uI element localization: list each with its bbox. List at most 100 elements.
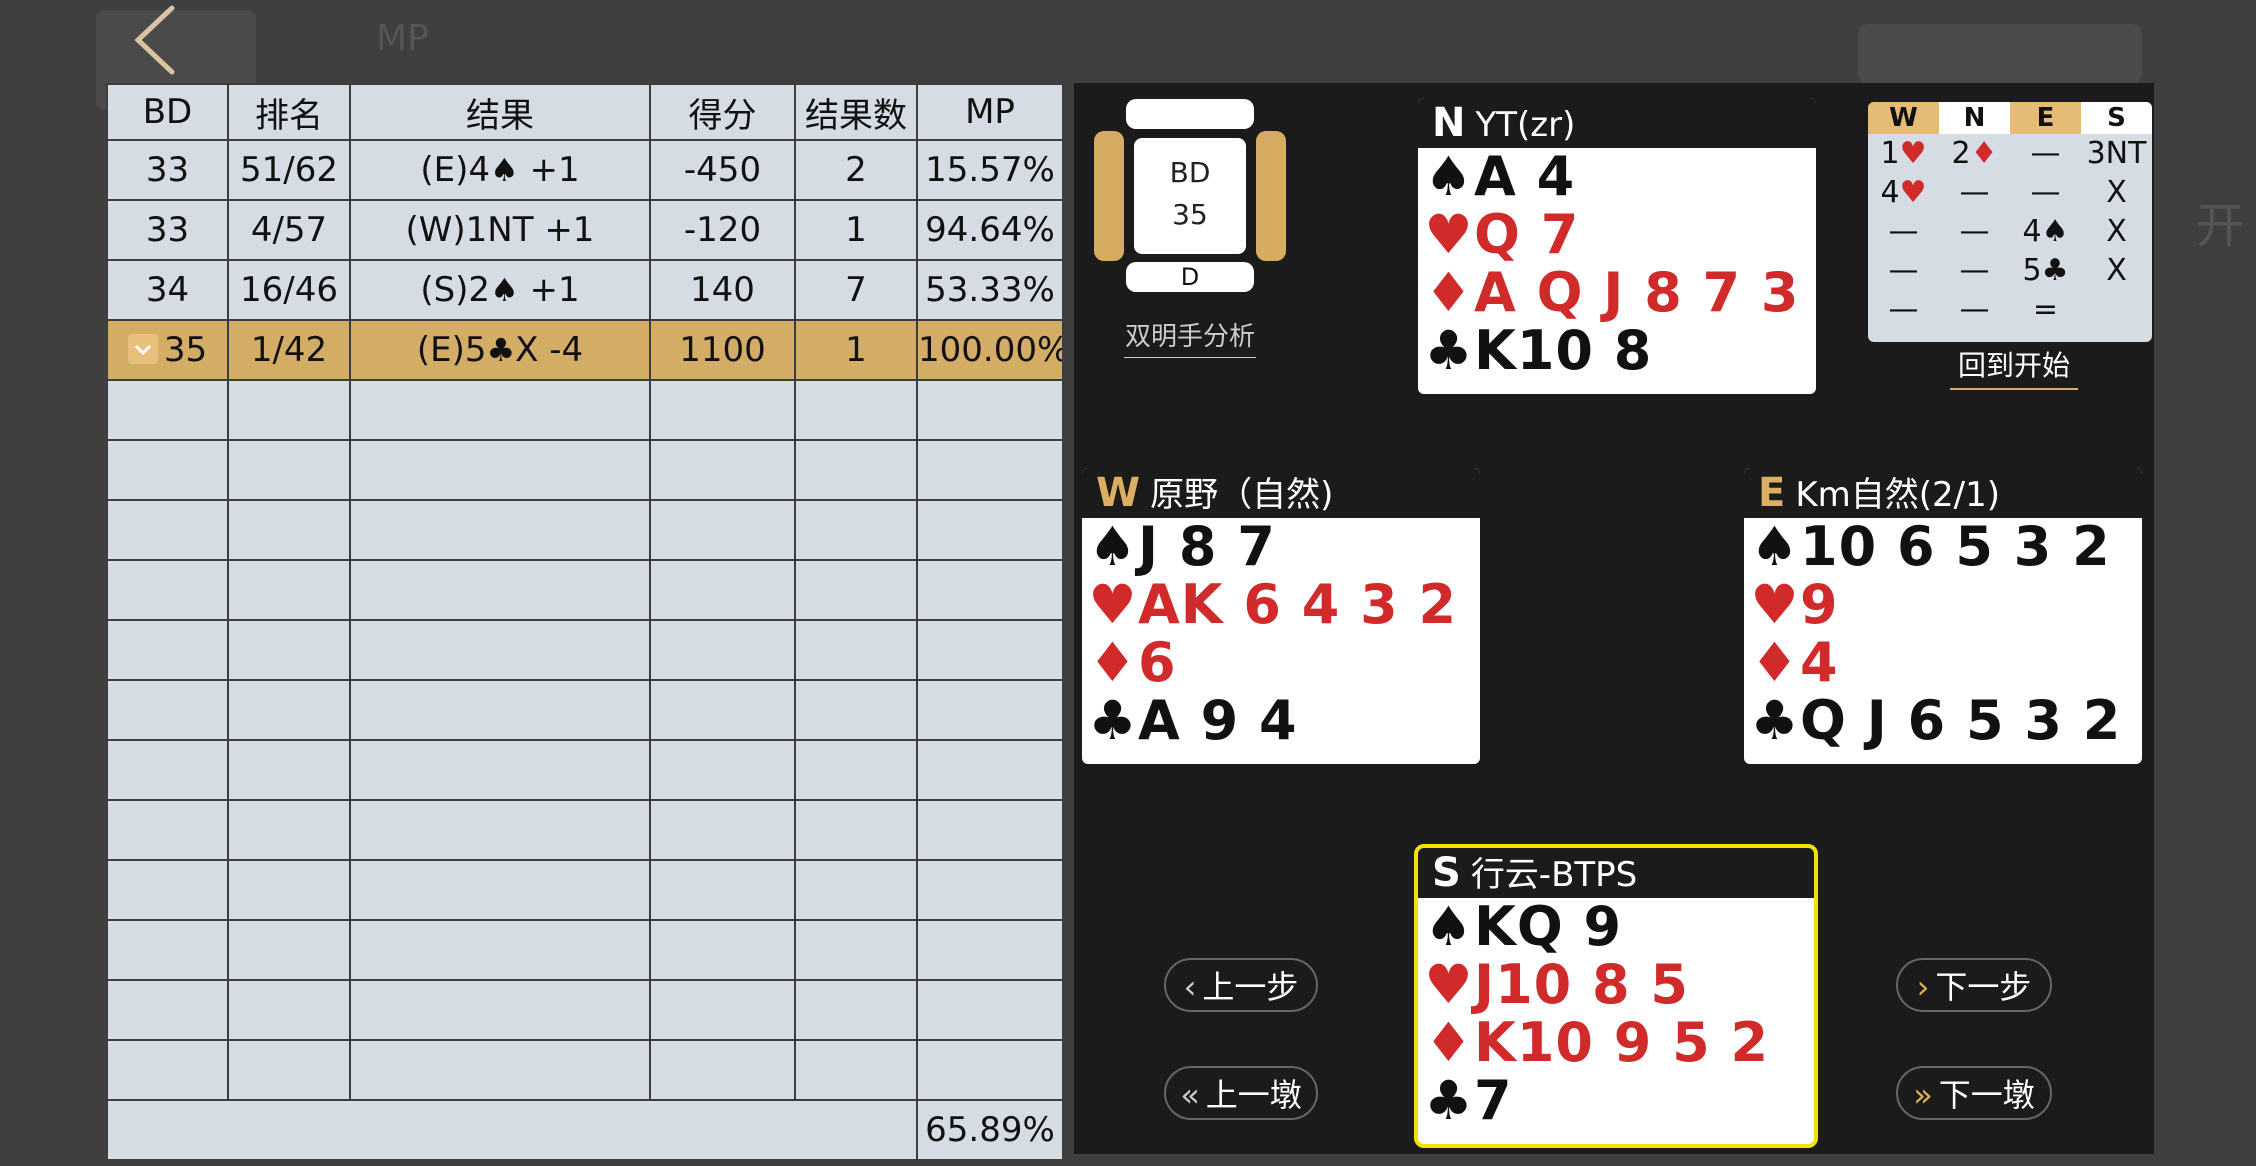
col-header-mp: MP bbox=[916, 83, 1064, 141]
suit-diamonds: ♦6 bbox=[1082, 634, 1480, 692]
seat-letter: N bbox=[1432, 100, 1466, 146]
suit-clubs: ♣K10 8 bbox=[1418, 322, 1816, 380]
double-chevron-left-icon: « bbox=[1180, 1076, 1200, 1114]
heart-icon: ♥ bbox=[1899, 136, 1927, 171]
results-table: BD 排名 结果 得分 结果数 MP 33 51/62 (E)4♠ +1 -45… bbox=[106, 83, 1064, 1161]
table-header-row: BD 排名 结果 得分 结果数 MP bbox=[106, 83, 1064, 141]
result-contract: (E)4 bbox=[420, 150, 491, 190]
club-icon: ♣ bbox=[1424, 1069, 1474, 1132]
bidding-header-row: W N E S bbox=[1868, 102, 2152, 134]
cards: 7 bbox=[1474, 1069, 1513, 1132]
empty-row bbox=[106, 619, 1064, 681]
cell-mp: 94.64% bbox=[916, 199, 1064, 261]
back-to-start-link[interactable]: 回到开始 bbox=[1950, 344, 2078, 390]
bid-cell: 4♠ bbox=[2022, 214, 2069, 249]
diamond-icon: ♦ bbox=[1970, 136, 1998, 171]
hand-south: S 行云-BTPS ♠KQ 9 ♥J10 8 5 ♦K10 9 5 2 ♣7 bbox=[1414, 844, 1818, 1148]
bid-cell: 5♣ bbox=[2022, 253, 2069, 288]
cell-result: (W)1NT +1 bbox=[349, 199, 651, 261]
bid-header-east: E bbox=[2010, 102, 2081, 134]
suit-spades: ♠10 6 5 3 2 bbox=[1744, 518, 2142, 576]
spade-icon: ♠ bbox=[1424, 145, 1474, 208]
table-row[interactable]: 33 4/57 (W)1NT +1 -120 1 94.64% bbox=[106, 199, 1064, 261]
bid-cell: X bbox=[2106, 253, 2127, 288]
seat-letter: W bbox=[1096, 470, 1141, 516]
prev-step-label: 上一步 bbox=[1202, 968, 1299, 1006]
next-step-button[interactable]: › 下一步 bbox=[1896, 958, 2052, 1012]
bid-row: — — 5♣ X bbox=[1868, 251, 2152, 290]
heart-icon: ♥ bbox=[1750, 573, 1800, 636]
bid-cell: — bbox=[1959, 175, 1990, 210]
cards: Q J 6 5 3 2 bbox=[1800, 689, 2122, 752]
suit-hearts: ♥Q 7 bbox=[1418, 206, 1816, 264]
club-icon: ♣ bbox=[486, 331, 516, 369]
club-icon: ♣ bbox=[1088, 689, 1138, 752]
chevron-down-icon bbox=[134, 344, 151, 355]
prev-trick-button[interactable]: «上一墩 bbox=[1164, 1066, 1318, 1120]
double-chevron-right-icon: » bbox=[1913, 1076, 1933, 1114]
bid-cell: — bbox=[2030, 175, 2061, 210]
result-contract: (S)2 bbox=[420, 270, 491, 310]
cell-bd: 33 bbox=[106, 139, 229, 201]
suit-hearts: ♥J10 8 5 bbox=[1418, 956, 1814, 1014]
cell-mp: 100.00% bbox=[916, 319, 1064, 381]
empty-row bbox=[106, 1039, 1064, 1101]
empty-row bbox=[106, 739, 1064, 801]
diamond-icon: ♦ bbox=[1088, 631, 1138, 694]
player-name: 行云-BTPS bbox=[1470, 855, 1638, 895]
empty-row bbox=[106, 799, 1064, 861]
spade-icon: ♠ bbox=[1424, 895, 1474, 958]
heart-icon: ♥ bbox=[1088, 573, 1138, 636]
col-header-score: 得分 bbox=[649, 83, 796, 141]
cards: A 4 bbox=[1474, 145, 1576, 208]
bid-cell: — bbox=[1888, 214, 1919, 249]
cards: K10 8 bbox=[1474, 319, 1653, 382]
bid-cell: 2♦ bbox=[1951, 136, 1998, 171]
prev-step-button[interactable]: ‹ 上一步 bbox=[1164, 958, 1318, 1012]
col-header-rank: 排名 bbox=[227, 83, 351, 141]
empty-row bbox=[106, 679, 1064, 741]
bid-cell: X bbox=[2106, 214, 2127, 249]
suit-clubs: ♣Q J 6 5 3 2 bbox=[1744, 692, 2142, 750]
diamond-icon: ♦ bbox=[1424, 261, 1474, 324]
spade-icon: ♠ bbox=[490, 271, 519, 309]
empty-row bbox=[106, 919, 1064, 981]
suit-hearts: ♥AK 6 4 3 2 bbox=[1082, 576, 1480, 634]
board-label: BD bbox=[1169, 156, 1211, 189]
cell-count: 1 bbox=[794, 319, 918, 381]
empty-row bbox=[106, 979, 1064, 1041]
heart-icon: ♥ bbox=[1424, 953, 1474, 1016]
cards: 9 bbox=[1800, 573, 1839, 636]
table-row[interactable]: 33 51/62 (E)4♠ +1 -450 2 15.57% bbox=[106, 139, 1064, 201]
cell-rank: 51/62 bbox=[227, 139, 351, 201]
hand-west-header: W 原野（自然) bbox=[1082, 468, 1480, 518]
ghost-bidding bbox=[1858, 24, 2142, 84]
result-tricks: X -4 bbox=[515, 330, 584, 370]
back-button[interactable] bbox=[122, 0, 192, 80]
player-name: 原野（自然) bbox=[1150, 475, 1334, 515]
heart-icon: ♥ bbox=[1424, 203, 1474, 266]
cell-rank: 16/46 bbox=[227, 259, 351, 321]
spade-icon: ♠ bbox=[1750, 515, 1800, 578]
table-row-selected[interactable]: 35 1/42 (E)5♣X -4 1100 1 100.00% bbox=[106, 319, 1064, 381]
suit-hearts: ♥9 bbox=[1744, 576, 2142, 634]
seat-bar-north bbox=[1126, 99, 1254, 129]
cards: 6 bbox=[1138, 631, 1177, 694]
player-name: Km自然(2/1) bbox=[1795, 475, 2000, 515]
hand-south-header: S 行云-BTPS bbox=[1418, 848, 1814, 898]
bid-row: — — = bbox=[1868, 290, 2152, 329]
col-header-count: 结果数 bbox=[794, 83, 918, 141]
summary-row: 65.89% bbox=[106, 1099, 1064, 1161]
expand-toggle[interactable] bbox=[127, 333, 158, 364]
hand-north: N YT(zr) ♠A 4 ♥Q 7 ♦A Q J 8 7 3 ♣K10 8 bbox=[1418, 98, 1816, 394]
empty-row bbox=[106, 439, 1064, 501]
suit-diamonds: ♦4 bbox=[1744, 634, 2142, 692]
double-dummy-analysis-link[interactable]: 双明手分析 bbox=[1124, 316, 1256, 358]
player-name: YT(zr) bbox=[1475, 105, 1576, 145]
cell-count: 1 bbox=[794, 199, 918, 261]
table-row[interactable]: 34 16/46 (S)2♠ +1 140 7 53.33% bbox=[106, 259, 1064, 321]
seat-bar-west bbox=[1094, 131, 1124, 261]
diamond-icon: ♦ bbox=[1750, 631, 1800, 694]
bid-cell: = bbox=[2032, 292, 2059, 327]
next-trick-button[interactable]: » 下一墩 bbox=[1896, 1066, 2052, 1120]
